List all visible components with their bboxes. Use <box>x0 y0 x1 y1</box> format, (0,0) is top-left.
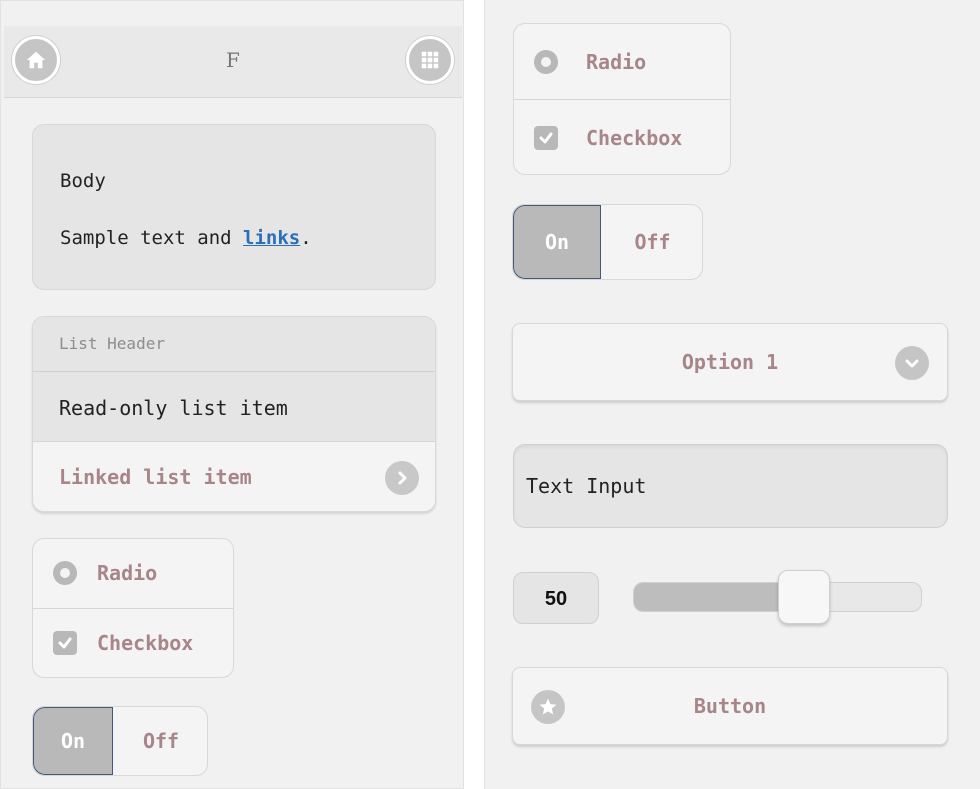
list-view: List Header Read-only list item Linked l… <box>32 316 436 512</box>
checkbox-label: Checkbox <box>586 126 683 150</box>
toggle-switch-right[interactable]: On Off <box>512 204 703 280</box>
radio-icon <box>534 50 558 74</box>
toggle-on[interactable]: On <box>33 707 113 775</box>
body-link[interactable]: links <box>243 227 300 249</box>
checkbox-option[interactable]: Checkbox <box>33 608 233 676</box>
toggle-off[interactable]: Off <box>113 707 207 775</box>
body-text-end: . <box>300 227 312 249</box>
radio-label: Radio <box>97 561 158 585</box>
radio-icon <box>53 561 77 585</box>
checkbox-icon <box>534 126 558 150</box>
button-label: Button <box>693 694 767 718</box>
radio-option[interactable]: Radio <box>33 539 233 607</box>
chevron-down-icon <box>895 346 929 380</box>
checkbox-label: Checkbox <box>97 631 194 655</box>
grid-icon <box>421 51 439 69</box>
text-input[interactable] <box>513 444 948 528</box>
select-value: Option 1 <box>681 350 779 374</box>
header-bar: F <box>4 26 462 98</box>
slider-handle[interactable] <box>777 570 830 624</box>
choice-group-right: Radio Checkbox <box>513 23 731 175</box>
toggle-switch-left[interactable]: On Off <box>32 706 208 776</box>
body-heading: Body <box>60 170 106 192</box>
grid-menu-button[interactable] <box>406 36 454 84</box>
slider-value-field[interactable]: 50 <box>513 572 599 624</box>
radio-option-2[interactable]: Radio <box>514 24 730 99</box>
body-text-lead: Sample text and <box>60 227 244 249</box>
checkbox-option-2[interactable]: Checkbox <box>514 99 730 174</box>
star-button[interactable]: Button <box>512 667 948 745</box>
list-item-linked[interactable]: Linked list item <box>33 442 435 511</box>
list-header: List Header <box>33 317 435 372</box>
chevron-right-icon <box>385 461 419 495</box>
list-item-linked-label: Linked list item <box>59 465 252 489</box>
choice-group-left: Radio Checkbox <box>32 538 234 678</box>
toggle-off[interactable]: Off <box>601 205 702 279</box>
body-card: Body Sample text and links. <box>32 124 436 290</box>
checkbox-icon <box>53 631 77 655</box>
body-text: Sample text and links. <box>60 227 312 249</box>
toggle-on[interactable]: On <box>513 205 601 279</box>
page-title: F <box>226 48 240 72</box>
list-item-readonly: Read-only list item <box>33 372 435 442</box>
slider-fill <box>634 583 779 611</box>
radio-label: Radio <box>586 50 647 74</box>
select-dropdown[interactable]: Option 1 <box>512 323 948 401</box>
